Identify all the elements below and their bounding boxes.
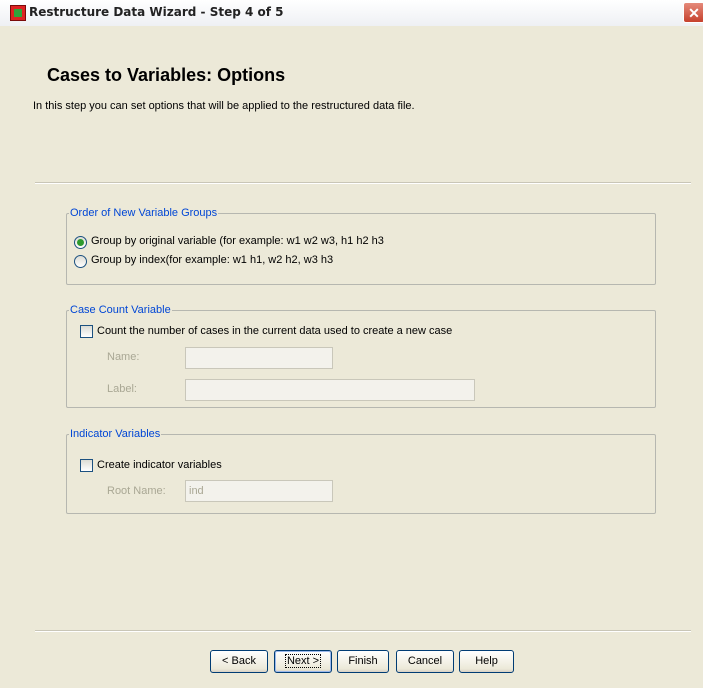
- header-separator: [35, 182, 691, 184]
- indicator-group: Indicator Variables Create indicator var…: [66, 428, 656, 514]
- case-count-group: Case Count Variable Count the number of …: [66, 304, 656, 408]
- case-count-group-legend: Case Count Variable: [69, 304, 172, 316]
- page-title: Cases to Variables: Options: [47, 65, 286, 85]
- count-cases-label[interactable]: Count the number of cases in the current…: [97, 325, 452, 337]
- create-indicator-label[interactable]: Create indicator variables: [97, 459, 222, 471]
- count-cases-checkbox[interactable]: [80, 325, 93, 338]
- page-subtitle: In this step you can set options that wi…: [33, 100, 415, 112]
- label-field-label: Label:: [107, 383, 137, 395]
- next-button-label: Next >: [284, 654, 322, 668]
- finish-button[interactable]: Finish: [337, 650, 389, 673]
- help-button[interactable]: Help: [459, 650, 514, 673]
- close-button[interactable]: ✕: [683, 2, 703, 23]
- next-button[interactable]: Next >: [274, 650, 332, 673]
- app-icon: [10, 5, 26, 21]
- back-button[interactable]: < Back: [210, 650, 268, 673]
- group-by-variable-label[interactable]: Group by original variable (for example:…: [91, 235, 384, 247]
- order-group-legend: Order of New Variable Groups: [69, 207, 219, 219]
- group-by-variable-radio[interactable]: [74, 236, 87, 249]
- root-name-label: Root Name:: [107, 485, 166, 497]
- group-by-index-label[interactable]: Group by index(for example: w1 h1, w2 h2…: [91, 254, 333, 266]
- order-group: Order of New Variable Groups Group by or…: [66, 207, 656, 285]
- cancel-button[interactable]: Cancel: [396, 650, 454, 673]
- indicator-group-legend: Indicator Variables: [69, 428, 162, 440]
- root-name-input[interactable]: ind: [185, 480, 333, 502]
- dialog-body: Cases to Variables: Options In this step…: [0, 26, 703, 688]
- group-by-index-radio[interactable]: [74, 255, 87, 268]
- footer-separator: [35, 630, 691, 632]
- title-bar: Restructure Data Wizard - Step 4 of 5 ✕: [0, 0, 703, 27]
- name-field-label: Name:: [107, 351, 140, 363]
- create-indicator-checkbox[interactable]: [80, 459, 93, 472]
- label-input[interactable]: [185, 379, 475, 401]
- name-input[interactable]: [185, 347, 333, 369]
- window-title: Restructure Data Wizard - Step 4 of 5: [29, 5, 284, 19]
